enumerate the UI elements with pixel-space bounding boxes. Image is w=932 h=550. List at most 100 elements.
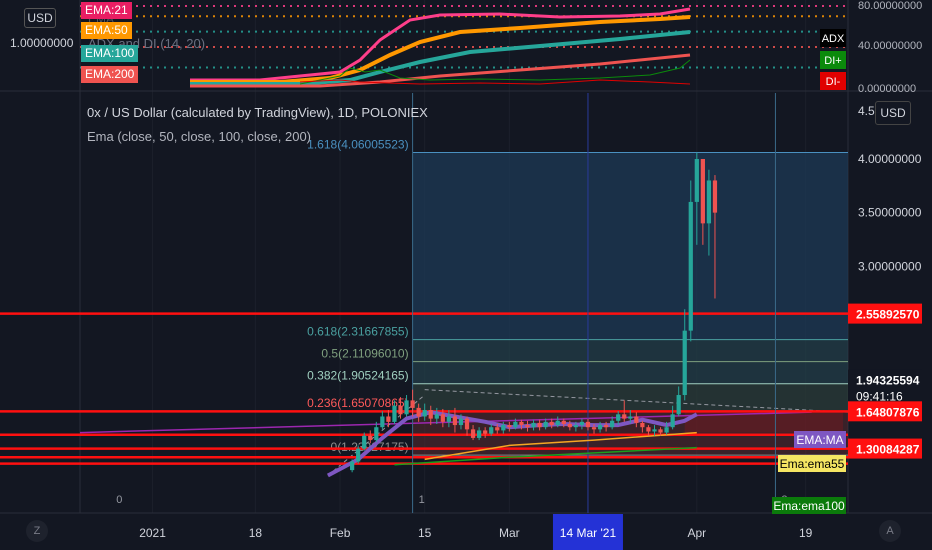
candle-body — [374, 427, 379, 441]
candle-body — [658, 429, 663, 433]
candle-body — [422, 410, 427, 417]
candle-body — [458, 418, 464, 426]
price-axis-label: 3.00000000 — [858, 259, 922, 273]
candle-body — [434, 414, 439, 419]
indicator-axis-label: 40.00000000 — [858, 40, 922, 52]
candle-body — [386, 416, 391, 422]
fib-label: 0.618(2.31667855) — [307, 325, 408, 339]
currency-button-top[interactable]: USD — [24, 8, 56, 28]
price-axis-label: 4.00000000 — [858, 152, 922, 166]
candle-body — [519, 421, 524, 426]
candle-body — [597, 425, 603, 430]
candle-body — [694, 159, 699, 202]
candle-body — [428, 410, 433, 419]
candle-body — [652, 429, 657, 432]
candle-body — [616, 414, 621, 421]
legend-tag: Ema:ema100 — [773, 499, 845, 513]
candle-body — [670, 414, 675, 428]
candle-body — [464, 418, 470, 430]
time-axis-label: 2021 — [139, 526, 166, 540]
candle-body — [700, 159, 705, 224]
candle-body — [483, 430, 488, 434]
main-chart-title: 0x / US Dollar (calculated by TradingVie… — [87, 105, 428, 120]
candle-body — [380, 416, 385, 428]
candle-body — [664, 427, 669, 433]
fib-time-label: 0 — [116, 494, 122, 506]
currency-button-main-label: USD — [880, 106, 906, 120]
price-axis-label: 3.50000000 — [858, 206, 922, 220]
currency-button-top-label: USD — [27, 11, 53, 25]
fib-zone-top — [412, 152, 848, 340]
candle-body — [561, 420, 566, 424]
candle-body — [398, 405, 403, 415]
legend-tag: Ema:ema55 — [780, 457, 845, 471]
fib-label: 0.5(2.11096010) — [321, 347, 408, 361]
candle-body — [452, 416, 458, 426]
candle-body — [555, 420, 560, 426]
candle-body — [350, 461, 355, 471]
candle-body — [549, 421, 554, 426]
chart-canvas[interactable]: 80.00000000 40.00000000 0.00000000 ADX DI+ DI… — [0, 0, 932, 550]
price-tag: 1.94325594 — [856, 374, 920, 388]
indicator-ema-tag: EMA:50 — [81, 22, 132, 39]
candle-body — [567, 423, 572, 428]
candle-body — [579, 421, 585, 426]
candle-body — [646, 427, 651, 432]
time-axis-label: 18 — [249, 526, 263, 540]
candle-body — [440, 414, 445, 422]
price-axis-top-label: 4.5 — [858, 104, 875, 118]
candle-body — [362, 435, 367, 449]
price-tag: 1.64807876 — [856, 405, 920, 419]
indicator-axis-label: 0.00000000 — [858, 83, 916, 95]
indicator-right-tag: DI+ — [824, 55, 841, 67]
candle-body — [585, 421, 591, 428]
candle-body — [628, 416, 633, 419]
candle-body — [537, 422, 542, 428]
currency-button-main[interactable]: USD — [875, 101, 911, 125]
candle-body — [477, 430, 482, 438]
candle-body — [543, 421, 548, 428]
indicator-ema-tag: EMA:21 — [81, 2, 132, 19]
indicator-right-tag: ADX — [822, 33, 845, 45]
candle-body — [410, 400, 415, 408]
candle-body — [392, 405, 397, 422]
indicator-ema-tag: EMA:200 — [81, 66, 139, 83]
candle-body — [622, 414, 627, 419]
candle-body — [501, 425, 506, 431]
candle-body — [495, 427, 500, 431]
fib-label: 0.382(1.90524165) — [307, 369, 408, 383]
candle-body — [446, 416, 451, 422]
candle-body — [356, 448, 361, 462]
candle-body — [404, 400, 409, 415]
indicator-right-tag: DI- — [826, 76, 841, 88]
time-axis-label: Apr — [687, 526, 706, 540]
fib-time-label: 1 — [419, 494, 425, 506]
candle-body — [368, 435, 373, 441]
time-axis-label: 15 — [418, 526, 432, 540]
indicator-ema-tag: EMA:100 — [81, 45, 139, 62]
candle-body — [706, 180, 712, 224]
price-tag: 1.30084287 — [856, 443, 920, 457]
candle-body — [531, 422, 536, 428]
candle-body — [489, 427, 494, 434]
legend-tag: EMA:MA — [796, 433, 843, 447]
candle-body — [507, 425, 512, 428]
time-axis-label: 19 — [799, 526, 813, 540]
candle-body — [591, 427, 597, 430]
candle-body — [682, 330, 687, 396]
price-tag: 2.55892570 — [856, 308, 920, 322]
candle-body — [712, 180, 718, 213]
time-axis-label: Feb — [330, 526, 351, 540]
candle-body — [688, 201, 693, 331]
indicator-axis-label: 80.00000000 — [858, 0, 922, 12]
indicator-scale-value: 1.00000000 — [10, 36, 74, 50]
fib-label: 1.618(4.06005523) — [307, 138, 408, 152]
main-chart-subtitle: Ema (close, 50, close, 100, close, 200) — [87, 129, 312, 144]
time-axis-label: Mar — [499, 526, 520, 540]
candle-body — [640, 422, 645, 428]
auto-scale-icon[interactable]: A — [879, 520, 901, 542]
candle-body — [573, 425, 578, 428]
zoom-icon[interactable]: Z — [26, 520, 48, 542]
candle-body — [676, 395, 681, 415]
candle-body — [603, 425, 609, 428]
